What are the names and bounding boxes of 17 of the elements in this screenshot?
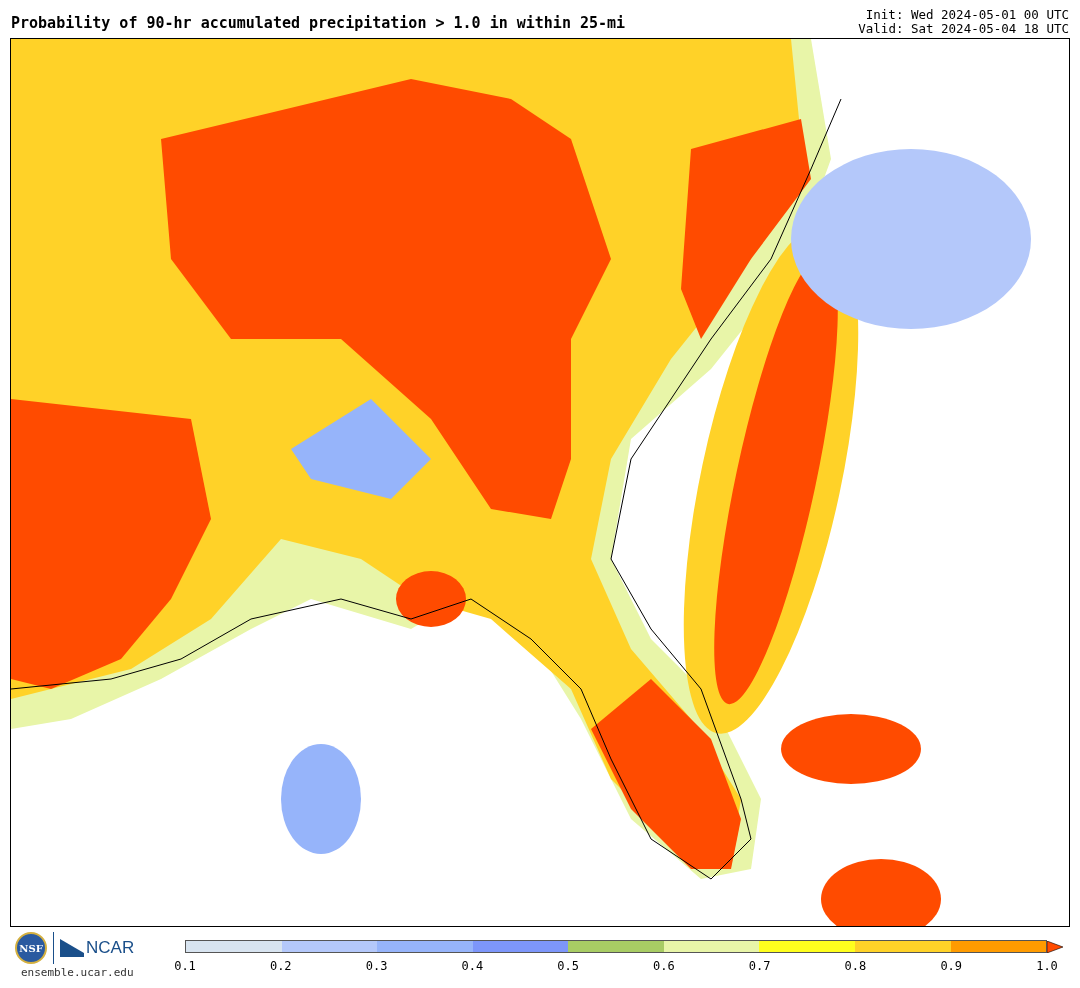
chart-title: Probability of 90-hr accumulated precipitation > 1.0 in within 25-mi bbox=[11, 14, 626, 34]
ncar-mark-icon bbox=[60, 939, 84, 957]
tick-label: 0.3 bbox=[365, 959, 388, 973]
site-url: ensemble.ucar.edu bbox=[20, 966, 134, 979]
valid-time: Valid: Sat 2024-05-04 18 UTC bbox=[858, 22, 1069, 36]
tick-label: 0.4 bbox=[461, 959, 484, 973]
tick-label: 0.8 bbox=[844, 959, 867, 973]
init-time: Init: Wed 2024-05-01 00 UTC bbox=[865, 8, 1069, 22]
tick-label: 0.5 bbox=[557, 959, 579, 973]
tick-label: 0.6 bbox=[653, 959, 675, 973]
nsf-logo: NSF bbox=[15, 932, 47, 964]
tick-label: 0.1 bbox=[174, 959, 196, 973]
tick-label: 0.9 bbox=[940, 959, 963, 973]
tick-label: 0.7 bbox=[748, 959, 771, 973]
tick-label: 1.0 bbox=[1036, 959, 1058, 973]
ncar-logo: NCAR bbox=[86, 938, 135, 958]
tick-label: 0.2 bbox=[269, 959, 292, 973]
